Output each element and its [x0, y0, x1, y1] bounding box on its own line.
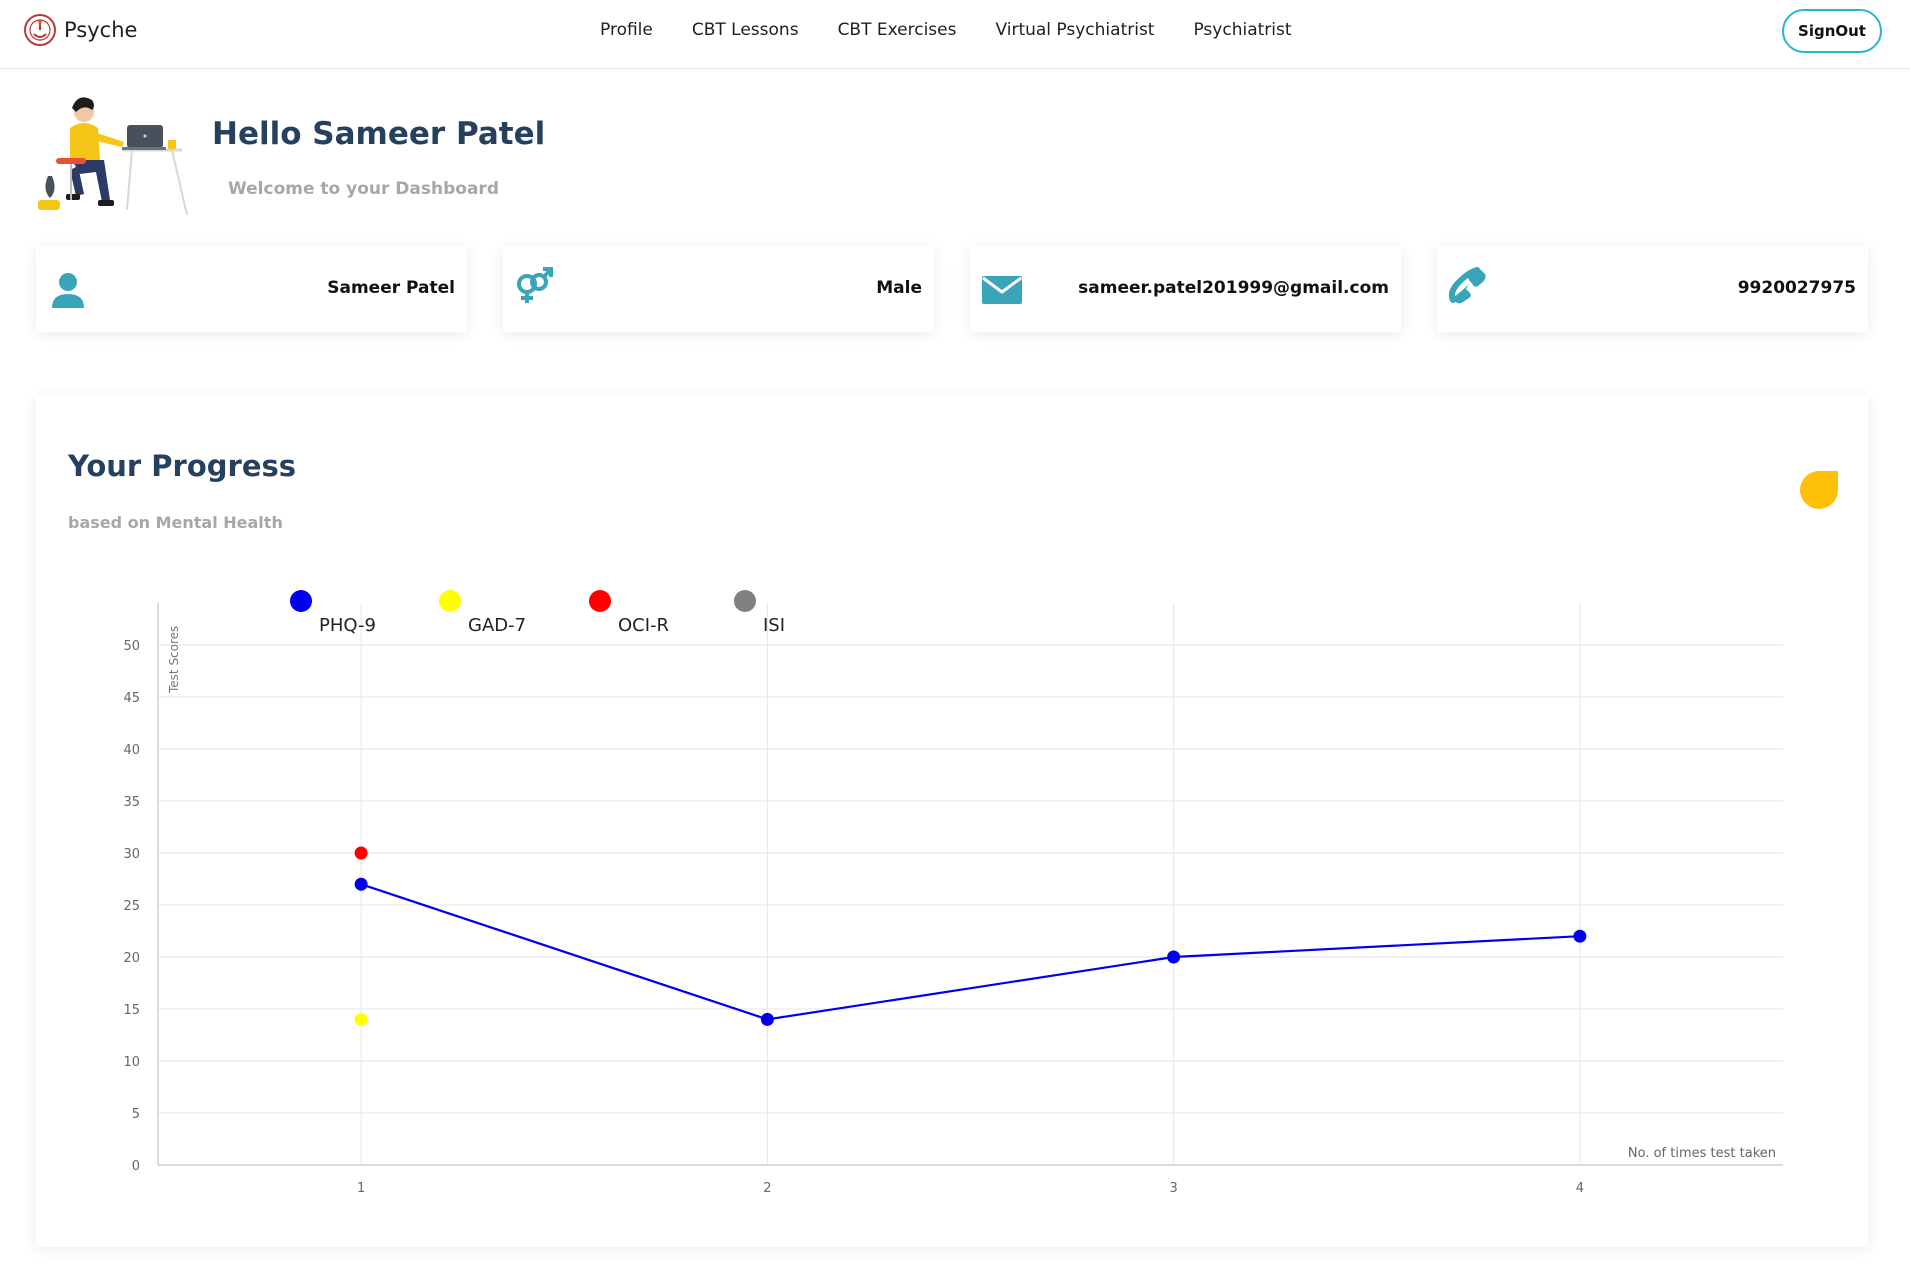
legend-marker-isi: [734, 590, 756, 612]
signout-button[interactable]: SignOut: [1782, 9, 1882, 53]
nav-link-virtual-psychiatrist[interactable]: Virtual Psychiatrist: [995, 20, 1154, 40]
legend-label: PHQ-9: [319, 615, 376, 636]
nav-link-cbt-lessons[interactable]: CBT Lessons: [692, 20, 799, 40]
x-tick-label: 2: [763, 1181, 771, 1196]
nav-link-profile[interactable]: Profile: [600, 20, 653, 40]
y-tick-label: 25: [123, 899, 140, 914]
person-at-desk-illustration: [38, 97, 188, 216]
y-tick-label: 50: [123, 639, 140, 654]
top-navbar: Psyche Profile CBT Lessons CBT Exercises…: [0, 0, 1910, 69]
envelope-icon: [982, 276, 1022, 304]
progress-panel: Your Progress based on Mental Health 051…: [36, 395, 1868, 1247]
legend-marker-oci-r: [589, 590, 611, 612]
x-axis-label: No. of times test taken: [1628, 1146, 1776, 1161]
y-tick-label: 15: [123, 1003, 140, 1018]
legend-label: ISI: [763, 615, 785, 636]
brand-name: Psyche: [64, 18, 138, 42]
legend-marker-phq-9: [290, 590, 312, 612]
y-tick-label: 30: [123, 847, 140, 862]
gender-value: Male: [876, 278, 922, 298]
progress-line-chart: 0 5 10 15 20 25 30 35 40 45 50 1 2 3 4 Test Scores No. o…: [123, 590, 1783, 1196]
y-tick-label: 45: [123, 691, 140, 706]
greeting-heading: Hello Sameer Patel: [212, 116, 546, 152]
data-point-phq-9: [1167, 950, 1181, 964]
phone-value: 9920027975: [1737, 278, 1856, 298]
y-tick-label: 5: [132, 1107, 140, 1122]
name-card: Sameer Patel: [36, 246, 467, 332]
x-tick-label: 4: [1576, 1181, 1584, 1196]
x-tick-label: 3: [1169, 1181, 1177, 1196]
nav-link-cbt-exercises[interactable]: CBT Exercises: [838, 20, 957, 40]
brand[interactable]: Psyche: [22, 12, 137, 48]
data-point-phq-9: [354, 877, 368, 891]
brand-logo-icon: [24, 14, 56, 46]
data-point-oci-r: [354, 846, 368, 860]
y-tick-label: 10: [123, 1055, 140, 1070]
y-tick-label: 20: [123, 951, 140, 966]
email-card: sameer.patel201999@gmail.com: [970, 246, 1401, 332]
y-axis-label: Test Scores: [167, 626, 181, 694]
x-tick-label: 1: [357, 1181, 365, 1196]
gender-card: Male: [503, 246, 934, 332]
data-point-phq-9: [1573, 929, 1587, 943]
gender-icon: [517, 267, 553, 303]
welcome-subtitle: Welcome to your Dashboard: [228, 179, 499, 199]
nav-link-psychiatrist[interactable]: Psychiatrist: [1193, 20, 1291, 40]
data-point-gad-7: [354, 1012, 368, 1026]
y-tick-label: 0: [132, 1159, 140, 1174]
y-tick-label: 40: [123, 743, 140, 758]
user-icon: [52, 273, 84, 308]
legend-label: GAD-7: [468, 615, 526, 636]
y-tick-label: 35: [123, 795, 140, 810]
email-value: sameer.patel201999@gmail.com: [1078, 278, 1389, 298]
series-line-phq-9: [360, 883, 1580, 1021]
user-name-value: Sameer Patel: [327, 278, 455, 298]
phone-icon: [1448, 267, 1486, 304]
legend-label: OCI-R: [618, 615, 669, 636]
legend-marker-gad-7: [439, 590, 461, 612]
nav-links: Profile CBT Lessons CBT Exercises Virtua…: [600, 20, 1331, 40]
data-point-phq-9: [760, 1012, 774, 1026]
phone-card: 9920027975: [1437, 246, 1868, 332]
